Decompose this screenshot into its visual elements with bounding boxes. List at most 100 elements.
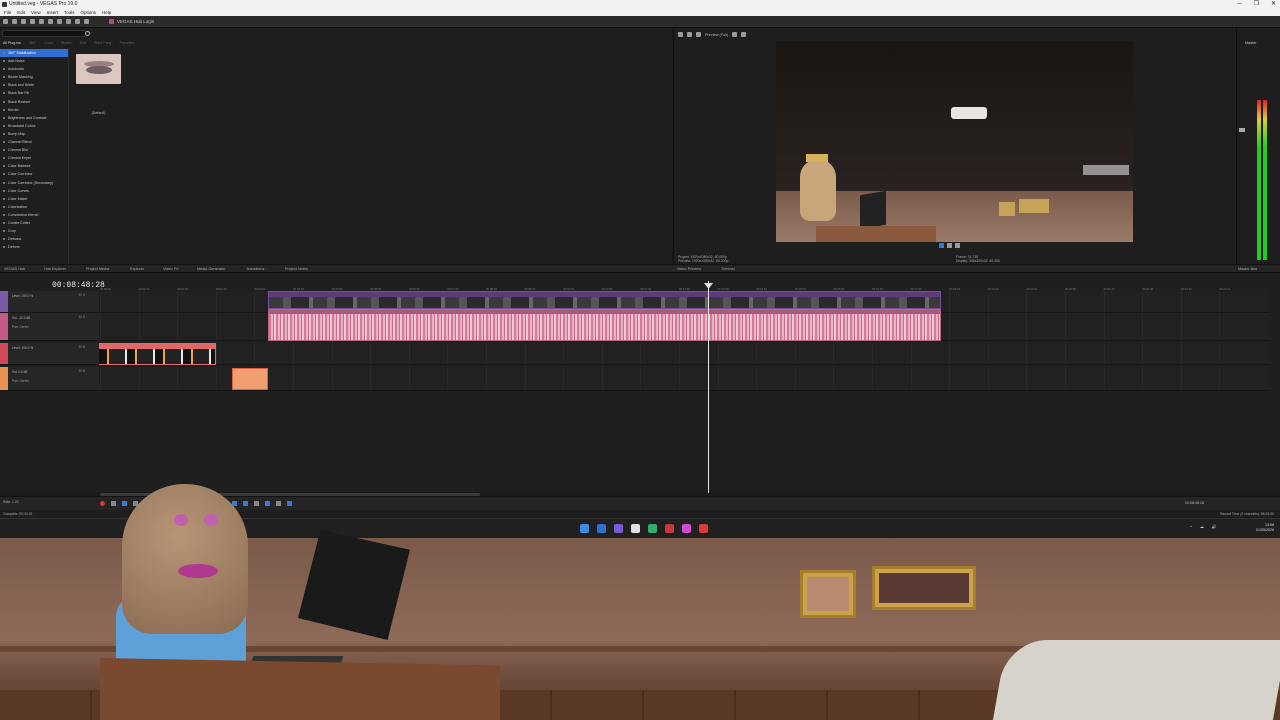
maximize-button[interactable]: ❐	[1254, 0, 1259, 9]
snapping-icon[interactable]	[265, 501, 270, 506]
obs-icon[interactable]	[699, 524, 708, 533]
stop-icon[interactable]	[955, 243, 960, 248]
plugin-list-item[interactable]: Color Curves	[0, 187, 68, 195]
open-icon[interactable]	[12, 19, 17, 24]
new-project-icon[interactable]	[3, 19, 8, 24]
plugin-list-item[interactable]: Black and White	[0, 81, 68, 89]
track-level[interactable]: Level: 100.0 %	[12, 346, 33, 350]
taskbar-clock[interactable]: 13:58 01/05/2026	[1256, 523, 1274, 533]
plugin-list-item[interactable]: Defocus	[0, 235, 68, 243]
onedrive-icon[interactable]: ☁	[1200, 524, 1204, 529]
title-event-group[interactable]	[98, 343, 216, 365]
plugin-list-item[interactable]: Color Balance	[0, 162, 68, 170]
tab-stylize[interactable]: Stylize	[61, 41, 72, 45]
track-mute-solo[interactable]: M S	[79, 293, 85, 297]
plugin-list-item[interactable]: Color Match	[0, 195, 68, 203]
video-event[interactable]	[268, 291, 941, 309]
plugin-list-item[interactable]: Convolution Kernel	[0, 211, 68, 219]
plugin-list-item[interactable]: Brightness and Contrast	[0, 114, 68, 122]
plugin-list-item[interactable]: Add Noise	[0, 57, 68, 65]
snapshot-icon[interactable]	[741, 32, 747, 37]
save-icon[interactable]	[21, 19, 26, 24]
track-area[interactable]	[100, 343, 1270, 365]
track-level[interactable]: Level: 100.0 %	[12, 294, 33, 298]
preset-thumbnail[interactable]	[76, 54, 121, 84]
render-icon[interactable]	[30, 19, 35, 24]
menu-options[interactable]: Options	[81, 9, 97, 16]
plugin-list-item[interactable]: Colorization	[0, 203, 68, 211]
track-mute-solo[interactable]: M S	[79, 369, 85, 373]
overlays-icon[interactable]	[732, 32, 738, 37]
plugin-list-item[interactable]: Broadcast Colors	[0, 122, 68, 130]
plugin-list-item[interactable]: Bezier Masking	[0, 73, 68, 81]
loop-icon[interactable]	[111, 501, 116, 506]
track-area[interactable]	[100, 367, 1270, 391]
tab-third-party[interactable]: Third Party	[94, 41, 112, 45]
play-from-start-icon[interactable]	[122, 501, 127, 506]
plugin-list-item[interactable]: Cookie Cutter	[0, 219, 68, 227]
track-number-badge[interactable]	[0, 343, 8, 364]
copy-icon[interactable]	[57, 19, 62, 24]
master-fader[interactable]	[1239, 128, 1245, 132]
plugin-list-item[interactable]: Bump Map	[0, 130, 68, 138]
track-mute-solo[interactable]: M S	[79, 345, 85, 349]
menu-view[interactable]: View	[31, 9, 41, 16]
plugin-list-item[interactable]: Channel Blend	[0, 138, 68, 146]
hub-login-button[interactable]: VEGAS Hub Login	[109, 19, 154, 24]
pause-icon[interactable]	[947, 243, 952, 248]
track-header[interactable]: Vol: -12.0 dB Pan: Center M S	[0, 313, 99, 341]
steam-icon[interactable]	[631, 524, 640, 533]
plugin-list-item[interactable]: Deform	[0, 243, 68, 251]
track-mute-solo[interactable]: M S	[79, 315, 85, 319]
tab-favorites[interactable]: Favorites	[120, 41, 135, 45]
start-icon[interactable]	[580, 524, 589, 533]
audio-event-short[interactable]	[232, 368, 268, 390]
plugin-list-item[interactable]: Crop	[0, 227, 68, 235]
menu-insert[interactable]: Insert	[47, 9, 58, 16]
play-icon[interactable]	[939, 243, 944, 248]
discord-icon[interactable]	[682, 524, 691, 533]
paste-icon[interactable]	[66, 19, 71, 24]
plugin-search-input[interactable]	[2, 30, 90, 37]
plugin-list-item[interactable]: Chroma Blur	[0, 146, 68, 154]
undo-icon[interactable]	[75, 19, 80, 24]
track-header[interactable]: Level: 100.0 % M S	[0, 343, 99, 365]
plugin-list-item[interactable]: Black Restore	[0, 98, 68, 106]
cut-icon[interactable]	[48, 19, 53, 24]
track-level[interactable]: Vol: -12.0 dB	[12, 316, 30, 320]
track-header[interactable]: Vol: 0.0 dB Pan: Center M S	[0, 367, 99, 391]
redo-icon[interactable]	[84, 19, 89, 24]
minimize-button[interactable]: ─	[1237, 0, 1241, 9]
menu-edit[interactable]: Edit	[17, 9, 25, 16]
auto-ripple-icon[interactable]	[276, 501, 281, 506]
preview-quality-dropdown[interactable]: Preview (Full)	[705, 33, 728, 37]
selection-tool-icon[interactable]	[243, 501, 248, 506]
playhead-cursor[interactable]	[708, 281, 709, 493]
preview-settings-icon[interactable]	[678, 32, 683, 37]
track-number-badge[interactable]	[0, 291, 8, 312]
track-pan[interactable]: Pan: Center	[12, 379, 29, 383]
properties-icon[interactable]	[39, 19, 44, 24]
plugin-list-item[interactable]: 360° Stabilization	[0, 49, 68, 58]
lock-envelopes-icon[interactable]	[287, 501, 292, 506]
search-icon[interactable]	[85, 31, 90, 36]
menu-tools[interactable]: Tools	[64, 9, 75, 16]
audio-event[interactable]	[268, 309, 941, 341]
split-screen-icon[interactable]	[696, 32, 701, 37]
envelope-tool-icon[interactable]	[254, 501, 259, 506]
track-header[interactable]: Level: 100.0 % M S	[0, 291, 99, 313]
plugin-list-item[interactable]: Color Corrector (Secondary)	[0, 179, 68, 187]
plugin-list-item[interactable]: Border	[0, 106, 68, 114]
streamlabs-icon[interactable]	[648, 524, 657, 533]
plugin-list-item[interactable]: Autolooks	[0, 65, 68, 73]
menu-file[interactable]: File	[4, 9, 11, 16]
track-pan[interactable]: Pan: Center	[12, 325, 29, 329]
search-icon[interactable]	[597, 524, 606, 533]
track-level[interactable]: Vol: 0.0 dB	[12, 370, 27, 374]
track-number-badge[interactable]	[0, 313, 8, 340]
tab-all-plugins[interactable]: All Plug-ins	[3, 41, 21, 45]
track-number-badge[interactable]	[0, 367, 8, 390]
plugin-list-item[interactable]: Black Bar Fill	[0, 89, 68, 97]
tab-blur[interactable]: Blur	[80, 41, 86, 45]
tab-360[interactable]: 360°	[29, 41, 36, 45]
